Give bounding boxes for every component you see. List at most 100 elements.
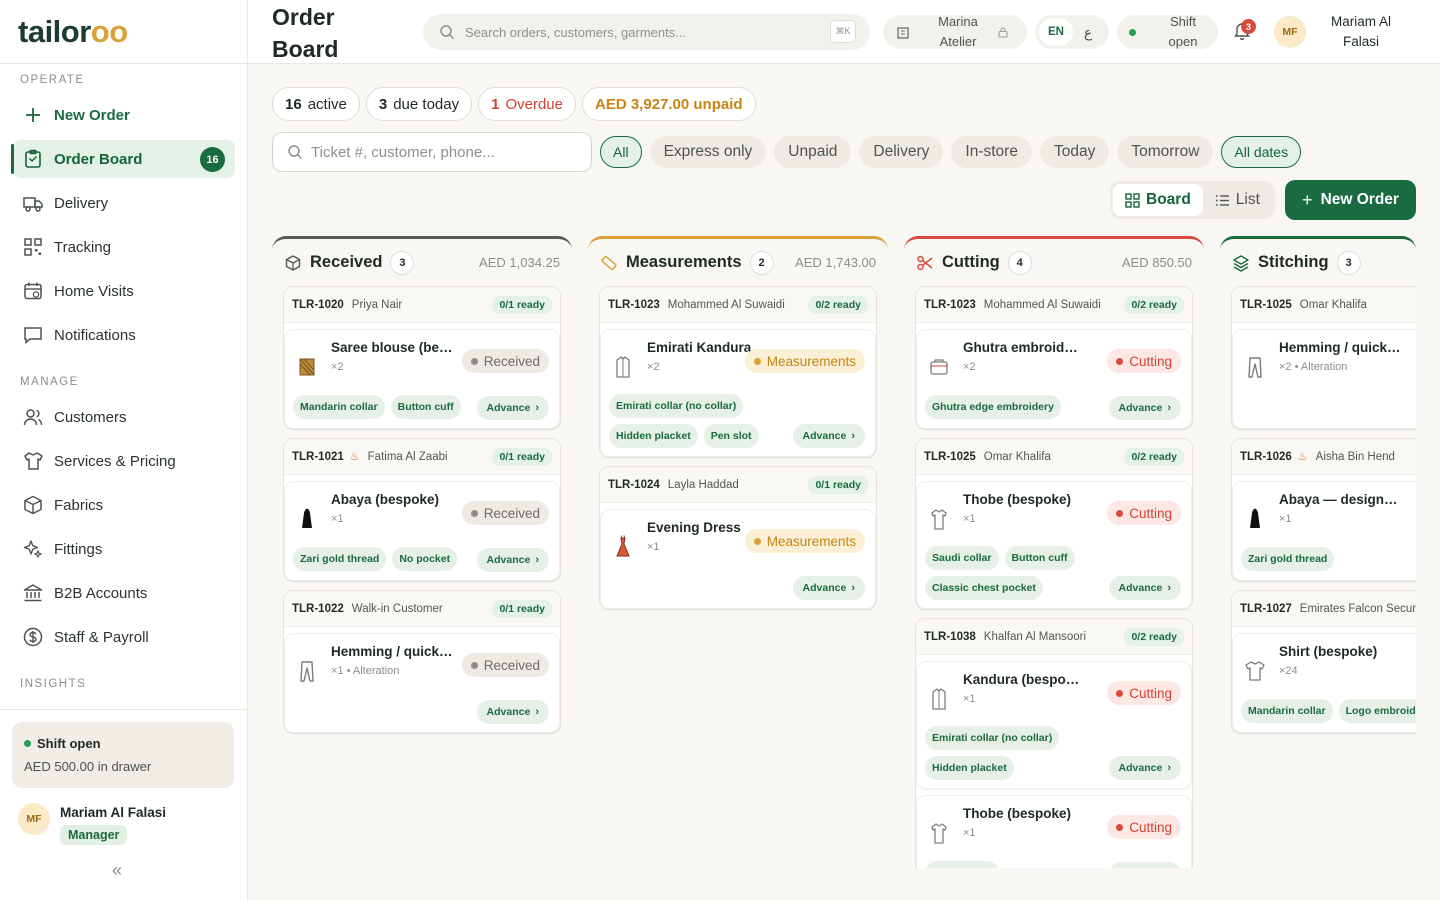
advance-button[interactable]: Advance› xyxy=(476,700,549,724)
garment-item[interactable]: Emirati Kandura ×2 Measurements Emirati col… xyxy=(600,329,876,457)
ticket-card[interactable]: TLR-1022 Walk-in Customer 0/1 ready Hemming… xyxy=(283,590,561,734)
stage-badge[interactable]: Received xyxy=(461,501,549,525)
advance-button[interactable]: Advance› xyxy=(1108,862,1181,868)
garment-item[interactable]: Kandura (bespoke) ×1 Cutting Emirati collar… xyxy=(916,661,1192,789)
filter-all-dates[interactable]: All dates xyxy=(1221,136,1302,168)
ticket-card[interactable]: TLR-1021 ♨ Fatima Al Zaabi 0/1 ready Abaya (… xyxy=(283,438,561,582)
sidebar-user[interactable]: MF Mariam Al Falasi Manager xyxy=(18,803,166,845)
ticket-id[interactable]: TLR-1024 xyxy=(608,479,660,491)
ticket-id[interactable]: TLR-1022 xyxy=(292,603,344,615)
garment-item[interactable]: Thobe (bespoke) ×1 Cutting Saudi collar Butt… xyxy=(916,481,1192,609)
ticket-card[interactable]: TLR-1023 Mohammed Al Suwaidi 0/2 ready Emir… xyxy=(599,286,877,458)
ticket-card[interactable]: TLR-1038 Khalfan Al Mansoori 0/2 ready Kand… xyxy=(915,618,1193,868)
due-today-chip[interactable]: 3 due today xyxy=(365,87,473,121)
grid-icon xyxy=(1125,192,1140,208)
ticket-search-input[interactable]: Ticket #, customer, phone... xyxy=(272,132,592,172)
ticket-id[interactable]: TLR-1020 xyxy=(292,299,344,311)
ticket-card[interactable]: TLR-1024 Layla Haddad 0/1 ready Evening Dre… xyxy=(599,466,877,610)
sidebar-item-fabrics[interactable]: Fabrics xyxy=(13,486,235,524)
ticket-id[interactable]: TLR-1021 xyxy=(292,451,344,463)
language-toggle[interactable]: EN ع xyxy=(1035,15,1109,49)
ticket-card[interactable]: TLR-1027 Emirates Falcon Security Shirt (b… xyxy=(1231,590,1416,734)
stage-badge[interactable]: Measurements xyxy=(744,349,865,373)
garment-item[interactable]: Abaya — designer cut ×1 Zari gold thread xyxy=(1232,481,1416,581)
stage-badge[interactable]: Cutting xyxy=(1107,815,1181,839)
advance-button[interactable]: Advance› xyxy=(1108,576,1181,600)
order-board: 16 active 3 due today 1 Overdue AED 3,927.00 u… xyxy=(248,64,1440,900)
ticket-id[interactable]: TLR-1023 xyxy=(608,299,660,311)
notifications-button[interactable]: 3 xyxy=(1233,19,1256,45)
ticket-id[interactable]: TLR-1026 xyxy=(1240,451,1292,463)
ticket-id[interactable]: TLR-1023 xyxy=(924,299,976,311)
ticket-id[interactable]: TLR-1025 xyxy=(924,451,976,463)
garment-item[interactable]: Evening Dress ×1 Measurements Advance › xyxy=(600,509,876,609)
sidebar-item-tracking[interactable]: Tracking xyxy=(13,228,235,266)
sidebar-item-new-order[interactable]: New Order xyxy=(13,96,235,134)
ticket-id[interactable]: TLR-1038 xyxy=(924,631,976,643)
advance-button[interactable]: Advance› xyxy=(476,548,549,572)
garment-item[interactable]: Thobe (bespoke)×1CuttingSaudi collarAdva… xyxy=(916,795,1192,868)
board-view-button[interactable]: Board xyxy=(1113,184,1203,216)
advance-button[interactable]: Advance› xyxy=(476,396,549,420)
unpaid-total-chip[interactable]: AED 3,927.00 unpaid xyxy=(582,87,756,121)
ticket-card[interactable]: TLR-1026 ♨ Aisha Bin Hend Abaya — designer … xyxy=(1231,438,1416,582)
sidebar-item-home-visits[interactable]: Home Visits xyxy=(13,272,235,310)
overdue-chip[interactable]: 1 Overdue xyxy=(478,87,576,121)
sidebar-item-staff-payroll[interactable]: Staff & Payroll xyxy=(13,618,235,656)
stage-badge[interactable]: Cutting xyxy=(1107,349,1181,373)
advance-button[interactable]: Advance› xyxy=(1108,396,1181,420)
garment-item[interactable]: Shirt (bespoke) ×24 Mandarin collar Logo em… xyxy=(1232,633,1416,733)
sidebar-item-fittings[interactable]: Fittings xyxy=(13,530,235,568)
sidebar-item-notifications[interactable]: Notifications xyxy=(13,316,235,354)
branch-selector[interactable]: Marina Atelier xyxy=(883,14,1027,49)
ticket-card[interactable]: TLR-1025 Omar Khalifa 0/2 ready Thobe (besp… xyxy=(915,438,1193,610)
list-view-button[interactable]: List xyxy=(1203,184,1272,216)
garment-item[interactable]: Saree blouse (bespoke)×2ReceivedMandarin… xyxy=(284,329,560,429)
garment-item[interactable]: Hemming / quick fix ×1 • Alteration Receiv… xyxy=(284,633,560,733)
option-tag: Classic chest pocket xyxy=(925,576,1043,600)
ready-count-badge: 0/1 ready xyxy=(492,295,552,314)
filter-express-only[interactable]: Express only xyxy=(649,136,767,168)
stage-badge[interactable]: Measurements xyxy=(744,529,865,553)
shift-status-pill[interactable]: Shift open xyxy=(1117,14,1218,49)
filter-tomorrow[interactable]: Tomorrow xyxy=(1117,136,1214,168)
active-count-chip[interactable]: 16 active xyxy=(272,87,360,121)
ticket-card[interactable]: TLR-1023 Mohammed Al Suwaidi 0/2 ready Ghut… xyxy=(915,286,1193,430)
new-order-button[interactable]: + New Order xyxy=(1285,180,1416,220)
advance-button[interactable]: Advance› xyxy=(792,576,865,600)
advance-button[interactable]: Advance› xyxy=(792,424,865,448)
stage-badge[interactable]: Received xyxy=(461,653,549,677)
app-logo[interactable]: tailor oo xyxy=(0,0,247,64)
sidebar-item-customers[interactable]: Customers xyxy=(13,398,235,436)
lang-en-option[interactable]: EN xyxy=(1039,18,1073,46)
garment-quantity: ×1 xyxy=(1279,513,1292,525)
stage-badge[interactable]: Received xyxy=(461,349,549,373)
ticket-card[interactable]: TLR-1025 Omar Khalifa Hemming / quick fix ×… xyxy=(1231,286,1416,430)
sidebar-item-services-pricing[interactable]: Services & Pricing xyxy=(13,442,235,480)
filter-in-store[interactable]: In-store xyxy=(951,136,1032,168)
ticket-card[interactable]: TLR-1020 Priya Nair 0/1 ready Saree blouse … xyxy=(283,286,561,430)
ticket-id[interactable]: TLR-1027 xyxy=(1240,603,1292,615)
filter-delivery[interactable]: Delivery xyxy=(859,136,944,168)
chevron-right-icon: › xyxy=(851,582,855,594)
user-name[interactable]: Mariam Al Falasi xyxy=(1320,12,1402,52)
advance-button[interactable]: Advance› xyxy=(1108,756,1181,780)
lang-ar-option[interactable]: ع xyxy=(1073,24,1103,41)
stage-label: Received xyxy=(483,657,540,673)
garment-item[interactable]: Ghutra embroidery edge×2CuttingGhutra ed… xyxy=(916,329,1192,429)
collapse-sidebar-icon[interactable]: « xyxy=(112,860,122,881)
stage-badge[interactable]: Cutting xyxy=(1107,501,1181,525)
garment-item[interactable]: Hemming / quick fix ×2 • Alteration xyxy=(1232,329,1416,429)
sidebar-item-delivery[interactable]: Delivery xyxy=(13,184,235,222)
filter-unpaid[interactable]: Unpaid xyxy=(774,136,852,168)
stage-badge[interactable]: Cutting xyxy=(1107,681,1181,705)
global-search-input[interactable]: Search orders, customers, garments... ⌘K xyxy=(423,14,870,50)
garment-item[interactable]: Abaya (bespoke) ×1 Received Zari gold threa… xyxy=(284,481,560,581)
sidebar-item-b2b-accounts[interactable]: B2B Accounts xyxy=(13,574,235,612)
ticket-id[interactable]: TLR-1025 xyxy=(1240,299,1292,311)
filter-today[interactable]: Today xyxy=(1039,136,1110,168)
sidebar-item-order-board[interactable]: Order Board 16 xyxy=(11,140,235,178)
filter-all[interactable]: All xyxy=(600,136,642,168)
shift-status-card[interactable]: Shift open AED 500.00 in drawer xyxy=(12,722,234,788)
avatar[interactable]: MF xyxy=(1274,16,1306,48)
